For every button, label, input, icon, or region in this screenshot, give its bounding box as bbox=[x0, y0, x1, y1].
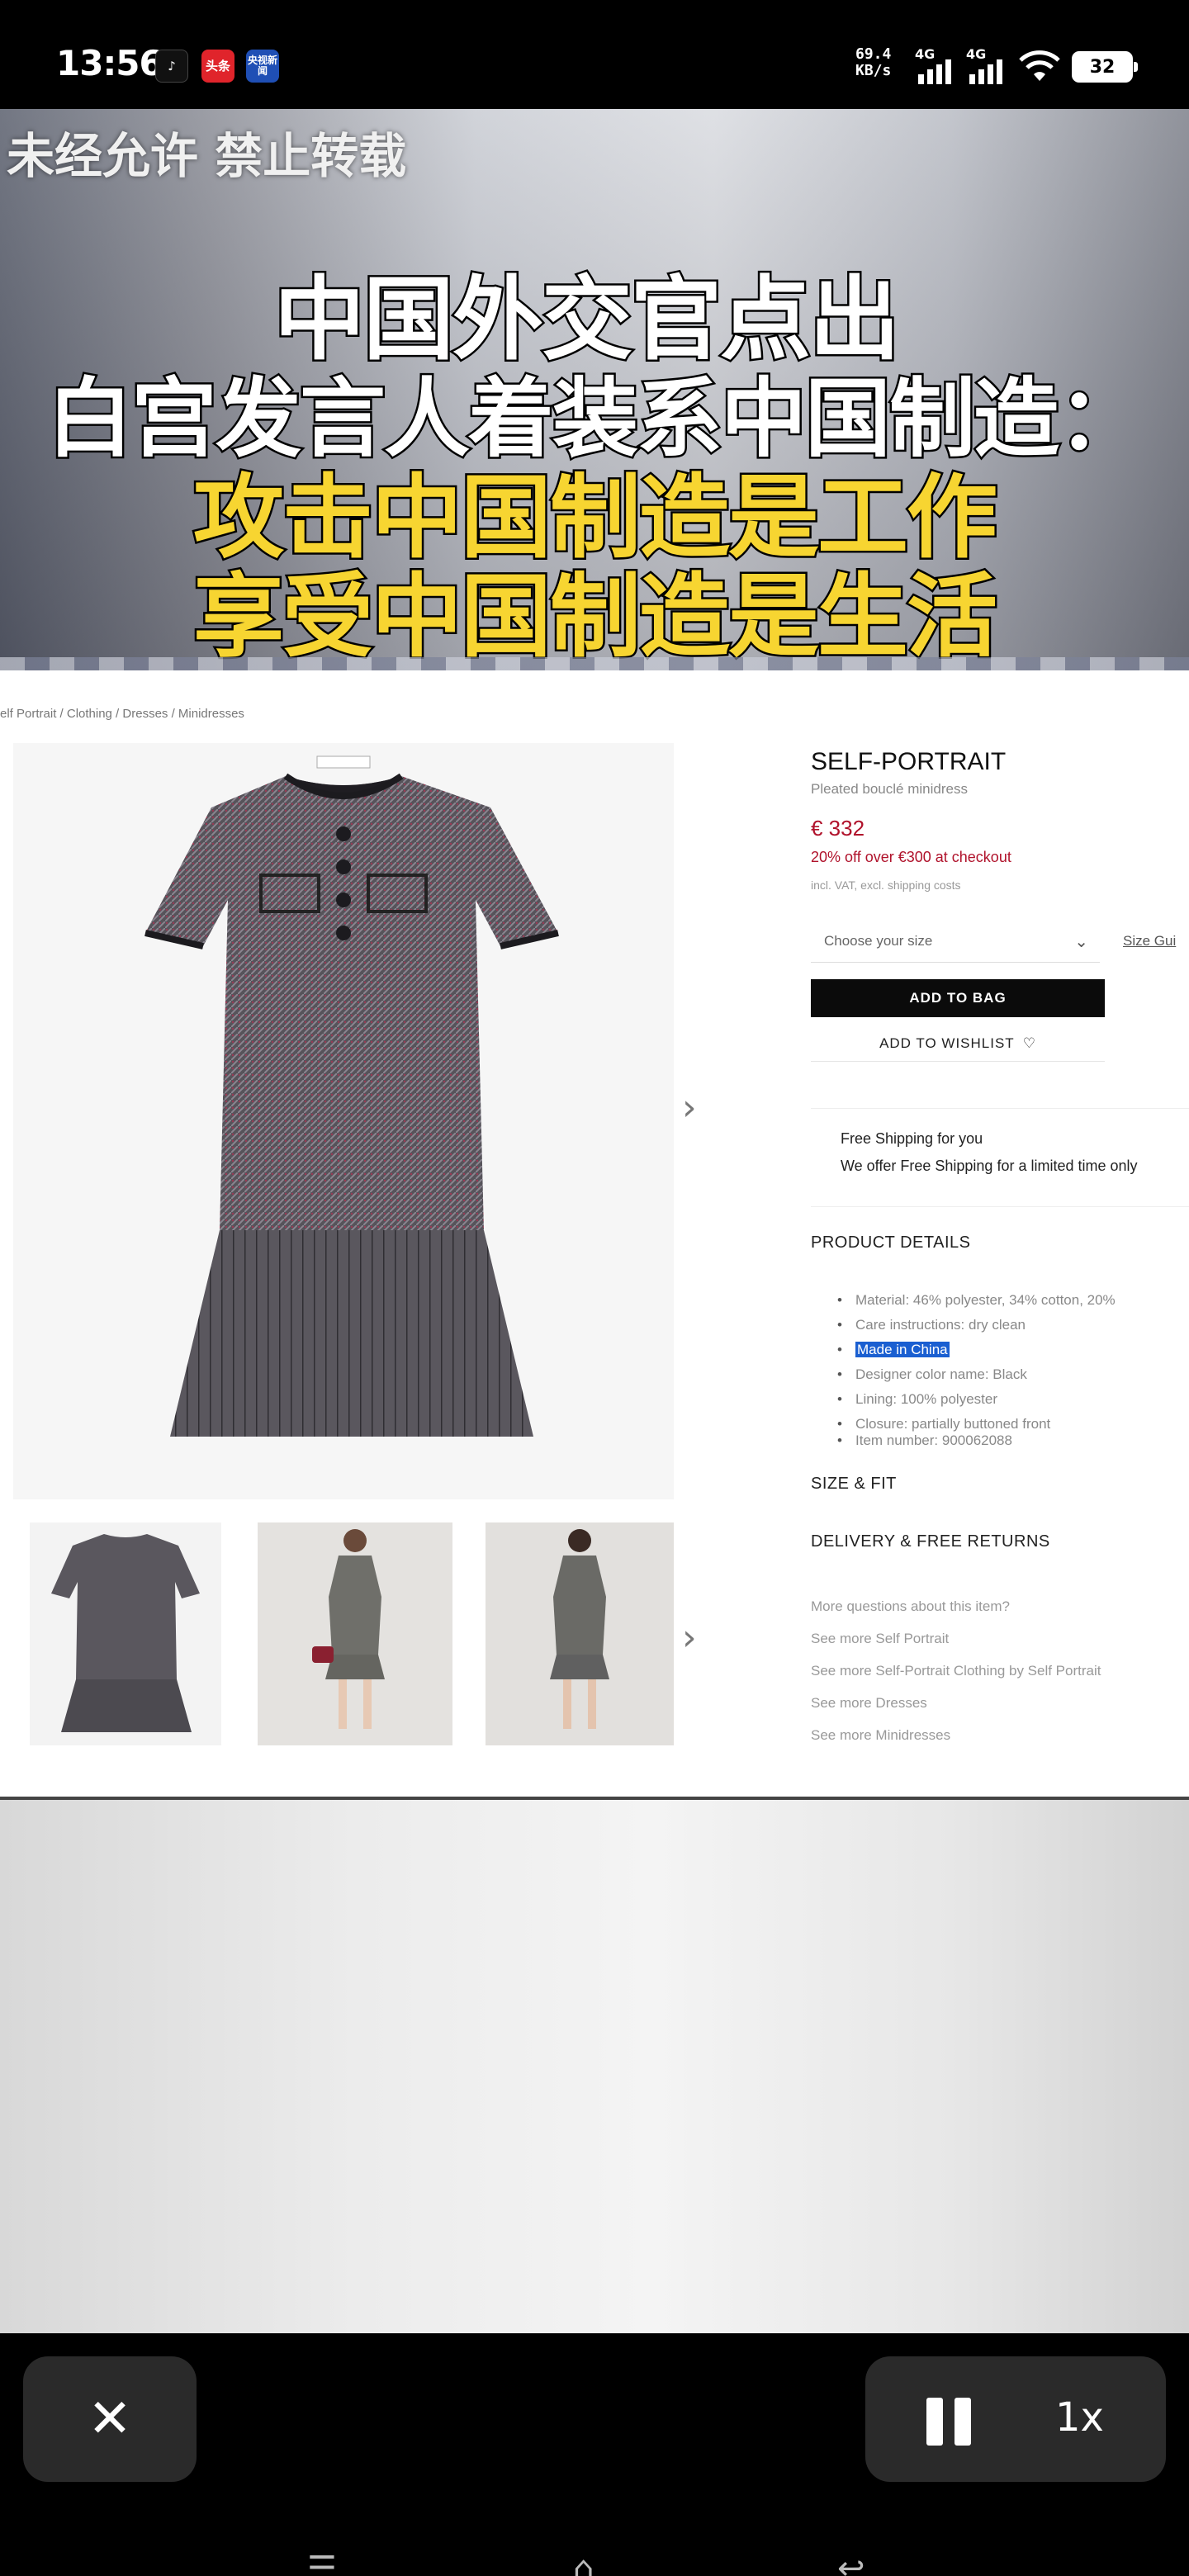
network-speed-unit: KB/s bbox=[855, 62, 892, 79]
cellular-signal-icon: 4G bbox=[915, 46, 958, 84]
detail-item: Item number: 900062088 bbox=[834, 1428, 1189, 1451]
network-type-label: 4G bbox=[915, 46, 936, 62]
size-select[interactable]: Choose your size ⌄ bbox=[811, 923, 1100, 963]
close-icon: ✕ bbox=[88, 2389, 132, 2450]
blurred-video-background bbox=[0, 1800, 1189, 2333]
watermark: 未经允许 禁止转载 bbox=[7, 128, 407, 184]
detail-item-made-in: Made in China bbox=[834, 1338, 1189, 1362]
wifi-icon bbox=[1019, 50, 1060, 81]
size-fit-heading[interactable]: SIZE & FIT bbox=[811, 1475, 897, 1494]
tiktok-app-icon: ♪ bbox=[155, 50, 188, 83]
product-details-heading[interactable]: PRODUCT DETAILS bbox=[811, 1234, 970, 1252]
add-to-bag-button[interactable]: ADD TO BAG bbox=[811, 979, 1105, 1017]
product-thumbnail[interactable] bbox=[486, 1522, 674, 1745]
close-button[interactable]: ✕ bbox=[23, 2356, 197, 2482]
shipping-title: Free Shipping for you bbox=[841, 1130, 983, 1147]
discount-note: 20% off over €300 at checkout bbox=[811, 849, 1011, 865]
main-product-image bbox=[13, 743, 674, 1499]
pause-button[interactable] bbox=[926, 2398, 976, 2446]
pause-icon bbox=[926, 2398, 943, 2446]
detail-item: Care instructions: dry clean bbox=[834, 1313, 1189, 1338]
size-guide-link[interactable]: Size Gui bbox=[1123, 933, 1176, 949]
add-to-wishlist-button[interactable]: ADD TO WISHLIST ♡ bbox=[811, 1025, 1105, 1062]
detail-item: Designer color name: Black bbox=[834, 1362, 1189, 1387]
detail-item: Lining: 100% polyester bbox=[834, 1387, 1189, 1412]
website-banner-strip bbox=[0, 657, 1189, 670]
next-thumbnails-arrow[interactable]: › bbox=[682, 1617, 697, 1659]
add-to-wishlist-label: ADD TO WISHLIST bbox=[879, 1035, 1015, 1051]
back-icon[interactable]: ↩ bbox=[837, 2552, 865, 2576]
headline-line-1: 中国外交官点出 bbox=[272, 267, 902, 372]
headline-line-3: 攻击中国制造是工作 bbox=[192, 465, 1000, 571]
product-info-panel: SELF-PORTRAIT Pleated bouclé minidress €… bbox=[811, 670, 1189, 1800]
vat-note: incl. VAT, excl. shipping costs bbox=[811, 878, 961, 892]
delivery-returns-heading[interactable]: DELIVERY & FREE RETURNS bbox=[811, 1532, 1050, 1551]
product-name: Pleated bouclé minidress bbox=[811, 781, 968, 797]
system-navigation-bar: ☰ ⌂ ↩ bbox=[0, 2540, 1189, 2576]
menu-icon[interactable]: ☰ bbox=[307, 2552, 337, 2576]
headline-line-4: 享受中国制造是生活 bbox=[192, 564, 1000, 670]
status-bar: 13:56 ♪ 头条 央视新闻 69.4 KB/s 4G 4G 32 bbox=[0, 0, 1189, 109]
product-details-list: Material: 46% polyester, 34% cotton, 20%… bbox=[834, 1288, 1189, 1451]
pause-icon bbox=[955, 2398, 971, 2446]
related-links: More questions about this item? See more… bbox=[811, 1590, 1101, 1751]
breadcrumb: elf Portrait / Clothing / Dresses / Mini… bbox=[0, 707, 244, 721]
chevron-down-icon: ⌄ bbox=[1074, 931, 1088, 951]
home-icon[interactable]: ⌂ bbox=[573, 2552, 594, 2576]
detail-item: Material: 46% polyester, 34% cotton, 20% bbox=[834, 1288, 1189, 1313]
product-web-page: elf Portrait / Clothing / Dresses / Mini… bbox=[0, 670, 1189, 1800]
brand-name: SELF-PORTRAIT bbox=[811, 748, 1007, 775]
free-shipping-box: Free Shipping for you We offer Free Ship… bbox=[811, 1108, 1189, 1207]
shipping-text: We offer Free Shipping for a limited tim… bbox=[841, 1158, 1138, 1174]
playback-speed-button[interactable]: 1x bbox=[1055, 2394, 1104, 2441]
related-link[interactable]: See more Self-Portrait Clothing by Self … bbox=[811, 1655, 1101, 1687]
network-type-label: 4G bbox=[966, 46, 987, 62]
size-select-placeholder: Choose your size bbox=[824, 933, 933, 949]
player-controls: ✕ 1x ☰ ⌂ ↩ bbox=[0, 2333, 1189, 2576]
network-speed-value: 69.4 bbox=[855, 45, 892, 63]
selected-text-highlight: Made in China bbox=[855, 1342, 950, 1357]
related-link[interactable]: More questions about this item? bbox=[811, 1590, 1101, 1622]
related-link[interactable]: See more Self Portrait bbox=[811, 1622, 1101, 1655]
headline-line-2: 白宫发言人着装系中国制造： bbox=[45, 368, 1145, 470]
product-thumbnail[interactable] bbox=[30, 1522, 221, 1745]
playback-controls: 1x bbox=[865, 2356, 1166, 2482]
next-image-arrow[interactable]: › bbox=[682, 1087, 697, 1129]
toutiao-app-icon: 头条 bbox=[201, 50, 234, 83]
price: € 332 bbox=[811, 816, 865, 841]
cctv-news-app-icon: 央视新闻 bbox=[246, 50, 279, 83]
network-speed: 69.4 KB/s bbox=[855, 46, 891, 79]
video-frame[interactable]: 未经允许 禁止转载 中国外交官点出 白宫发言人着装系中国制造： 攻击中国制造是工… bbox=[0, 109, 1189, 2333]
battery-icon: 32 bbox=[1072, 51, 1138, 83]
product-thumbnail[interactable] bbox=[258, 1522, 452, 1745]
related-link[interactable]: See more Dresses bbox=[811, 1687, 1101, 1719]
related-link[interactable]: See more Minidresses bbox=[811, 1719, 1101, 1751]
heart-icon: ♡ bbox=[1022, 1035, 1036, 1051]
cellular-signal-icon: 4G bbox=[966, 46, 1009, 84]
status-time: 13:56 bbox=[56, 43, 163, 83]
